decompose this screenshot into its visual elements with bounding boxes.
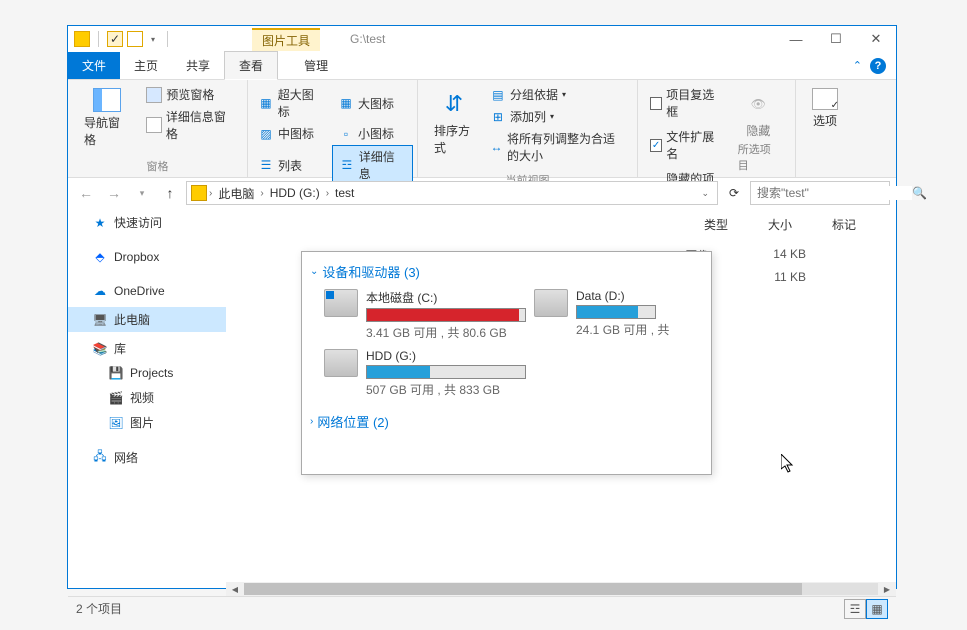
star-icon: ★ [92, 215, 108, 231]
ribbon: 导航窗格 预览窗格 详细信息窗格 窗格 ▦超大图标 ▦大图标 ▨中图标 ▫小图标… [68, 80, 896, 178]
sidebar-projects[interactable]: 💾Projects [68, 361, 226, 385]
options-button[interactable]: ✓ 选项 [804, 84, 846, 155]
sidebar-pictures[interactable]: 🖼图片 [68, 410, 226, 435]
tab-view[interactable]: 查看 [224, 51, 278, 80]
file-ext-toggle[interactable]: ✓文件扩展名 [646, 126, 726, 164]
tab-file[interactable]: 文件 [68, 52, 120, 79]
contextual-tab[interactable]: 图片工具 [252, 28, 320, 51]
status-bar: 2 个项目 ☲ ▦ [68, 596, 896, 620]
history-dropdown[interactable]: ▾ [130, 181, 154, 205]
tab-manage[interactable]: 管理 [290, 52, 342, 79]
window-title: G:\test [350, 32, 385, 46]
scroll-left[interactable]: ◀ [228, 583, 242, 595]
drive-icon [324, 289, 358, 317]
picture-icon: 🖼 [108, 415, 124, 431]
onedrive-icon: ☁ [92, 283, 108, 299]
ribbon-tabs: 文件 主页 共享 查看 管理 ⌃ ? [68, 52, 896, 80]
nav-pane-button[interactable]: 导航窗格 [76, 84, 138, 152]
hide-icon: 👁 [742, 88, 774, 120]
help-icon[interactable]: ? [870, 58, 886, 74]
drive-d[interactable]: Data (D:) 24.1 GB 可用 , 共 [534, 289, 669, 341]
usage-bar [366, 365, 526, 379]
sidebar-videos[interactable]: 🎬视频 [68, 385, 226, 410]
back-button[interactable]: ← [74, 181, 98, 205]
col-tags[interactable]: 标记 [832, 216, 856, 233]
drive-icon [324, 349, 358, 377]
preview-pane-button[interactable]: 预览窗格 [142, 84, 239, 105]
qat-dropdown[interactable]: ▾ [147, 35, 159, 44]
nav-pane-label: 导航窗格 [84, 114, 130, 148]
sidebar-onedrive[interactable]: ☁OneDrive [68, 279, 226, 303]
qat-btn[interactable] [127, 31, 143, 47]
video-icon: 🎬 [108, 390, 124, 406]
hide-selected-button[interactable]: 👁 隐藏 所选项目 [730, 84, 787, 206]
search-icon[interactable]: 🔍 [912, 186, 927, 200]
add-columns-button[interactable]: ⊞添加列 ▾ [486, 106, 629, 127]
view-large-icons[interactable]: ▦大图标 [332, 84, 413, 122]
view-details-toggle[interactable]: ☲ [844, 599, 866, 619]
drives-popup: ⌄设备和驱动器 (3) 本地磁盘 (C:) 3.41 GB 可用 , 共 80.… [301, 251, 712, 475]
usage-bar [576, 305, 656, 319]
maximize-button[interactable]: ☐ [816, 26, 856, 52]
breadcrumb[interactable]: › 此电脑 › HDD (G:) › test ⌄ [186, 181, 718, 205]
sidebar-network[interactable]: 🖧网络 [68, 445, 226, 470]
item-checkboxes-toggle[interactable]: 项目复选框 [646, 84, 726, 122]
network-section-header[interactable]: ›网络位置 (2) [308, 408, 705, 435]
dropbox-icon: ⬘ [92, 249, 108, 265]
view-list[interactable]: ☰列表 [252, 145, 331, 185]
sort-by-button[interactable]: ⇵ 排序方式 [426, 84, 482, 166]
forward-button[interactable]: → [102, 181, 126, 205]
titlebar[interactable]: ✓ ▾ 图片工具 G:\test — ☐ ✕ [68, 26, 896, 52]
chevron-right-icon: › [310, 416, 313, 427]
horizontal-scrollbar[interactable]: ◀ ▶ [226, 582, 896, 596]
view-xl-icons[interactable]: ▦超大图标 [252, 84, 331, 122]
usage-bar [366, 308, 526, 322]
chevron-down-icon: ⌄ [310, 266, 318, 277]
view-icons-toggle[interactable]: ▦ [866, 599, 888, 619]
col-type[interactable]: 类型 [704, 216, 728, 233]
pc-icon: 🖥 [92, 312, 108, 328]
disk-icon: 💾 [108, 365, 124, 381]
sidebar-dropbox[interactable]: ⬘Dropbox [68, 245, 226, 269]
ribbon-group-label: 窗格 [68, 156, 247, 178]
drive-c[interactable]: 本地磁盘 (C:) 3.41 GB 可用 , 共 80.6 GB [324, 289, 526, 341]
network-icon: 🖧 [92, 450, 108, 466]
breadcrumb-dropdown[interactable]: ⌄ [701, 188, 713, 199]
view-details[interactable]: ☲详细信息 [332, 145, 413, 185]
pane-icon [93, 88, 121, 112]
sidebar-quick-access[interactable]: ★快速访问 [68, 210, 226, 235]
minimize-button[interactable]: — [776, 26, 816, 52]
details-pane-button[interactable]: 详细信息窗格 [142, 106, 239, 144]
view-medium-icons[interactable]: ▨中图标 [252, 123, 331, 144]
fit-columns-button[interactable]: ↔将所有列调整为合适的大小 [486, 128, 629, 166]
group-by-button[interactable]: ▤分组依据 ▾ [486, 84, 629, 105]
folder-icon [191, 185, 207, 201]
status-text: 2 个项目 [76, 600, 122, 617]
view-small-icons[interactable]: ▫小图标 [332, 123, 413, 144]
devices-section-header[interactable]: ⌄设备和驱动器 (3) [308, 258, 705, 285]
qat-btn[interactable]: ✓ [107, 31, 123, 47]
scroll-right[interactable]: ▶ [880, 583, 894, 595]
nav-tree[interactable]: ★快速访问 ⬘Dropbox ☁OneDrive 🖥此电脑 📚库 💾Projec… [68, 208, 226, 582]
options-icon: ✓ [812, 88, 838, 110]
scroll-thumb[interactable] [244, 583, 802, 595]
explorer-window: ✓ ▾ 图片工具 G:\test — ☐ ✕ 文件 主页 共享 查看 管理 ⌃ … [67, 25, 897, 589]
collapse-ribbon-icon[interactable]: ⌃ [853, 59, 862, 72]
breadcrumb-drive[interactable]: HDD (G:) [266, 184, 324, 202]
library-icon: 📚 [92, 341, 108, 357]
col-size[interactable]: 大小 [768, 216, 792, 233]
drive-icon [534, 289, 568, 317]
breadcrumb-folder[interactable]: test [331, 184, 358, 202]
folder-icon [74, 31, 90, 47]
up-button[interactable]: ↑ [158, 181, 182, 205]
sidebar-library[interactable]: 📚库 [68, 336, 226, 361]
breadcrumb-pc[interactable]: 此电脑 [214, 183, 258, 204]
sort-icon: ⇵ [438, 88, 470, 120]
drive-g[interactable]: HDD (G:) 507 GB 可用 , 共 833 GB [324, 349, 526, 398]
sidebar-this-pc[interactable]: 🖥此电脑 [68, 307, 226, 332]
tab-home[interactable]: 主页 [120, 52, 172, 79]
close-button[interactable]: ✕ [856, 26, 896, 52]
tab-share[interactable]: 共享 [172, 52, 224, 79]
